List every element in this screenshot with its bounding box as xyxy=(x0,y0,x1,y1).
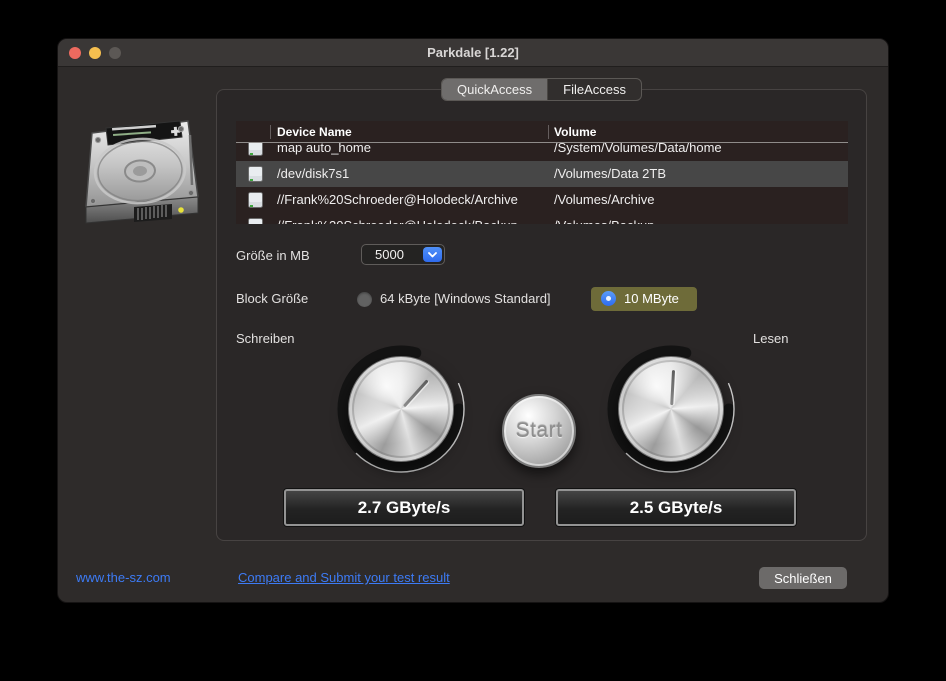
knob-needle xyxy=(403,379,429,407)
website-link[interactable]: www.the-sz.com xyxy=(76,570,171,585)
write-result-display: 2.7 GByte/s xyxy=(284,489,524,526)
knob-face[interactable] xyxy=(618,356,724,462)
compare-submit-link[interactable]: Compare and Submit your test result xyxy=(238,570,450,585)
disk-icon xyxy=(248,218,263,224)
column-header-device[interactable]: Device Name xyxy=(277,121,352,143)
size-label: Größe in MB xyxy=(236,248,310,263)
table-row[interactable]: //Frank%20Schroeder@Holodeck/Backup /Vol… xyxy=(236,213,848,224)
radio-10mbyte[interactable] xyxy=(601,291,616,306)
volume-cell: /Volumes/Archive xyxy=(554,187,654,213)
block-size-selected-highlight[interactable]: 10 MByte xyxy=(591,287,697,311)
size-combobox[interactable]: 5000 xyxy=(361,244,445,265)
read-label: Lesen xyxy=(753,331,788,346)
device-name-cell: //Frank%20Schroeder@Holodeck/Backup xyxy=(277,213,518,224)
write-label: Schreiben xyxy=(236,331,295,346)
disk-icon xyxy=(248,166,263,182)
radio-64kbyte[interactable] xyxy=(357,292,372,307)
tab-quickaccess[interactable]: QuickAccess xyxy=(442,79,547,100)
title-bar[interactable]: Parkdale [1.22] xyxy=(58,39,888,67)
column-header-volume[interactable]: Volume xyxy=(554,121,596,143)
start-button[interactable]: Start xyxy=(502,394,576,468)
device-table[interactable]: Device Name Volume map auto_home /System… xyxy=(236,121,848,224)
radio-64kbyte-label[interactable]: 64 kByte [Windows Standard] xyxy=(380,291,551,306)
device-name-cell: /dev/disk7s1 xyxy=(277,161,349,187)
write-speed-knob[interactable] xyxy=(333,341,469,477)
volume-cell: /Volumes/Data 2TB xyxy=(554,161,666,187)
knob-face[interactable] xyxy=(348,356,454,462)
table-row[interactable]: //Frank%20Schroeder@Holodeck/Archive /Vo… xyxy=(236,187,848,213)
read-result-value: 2.5 GByte/s xyxy=(630,498,723,518)
chevron-down-icon[interactable] xyxy=(423,247,442,262)
desktop-background: Parkdale [1.22] xyxy=(0,0,946,681)
hard-drive-icon xyxy=(78,109,204,231)
table-row-selected[interactable]: /dev/disk7s1 /Volumes/Data 2TB xyxy=(236,161,848,187)
window-title: Parkdale [1.22] xyxy=(58,39,888,67)
app-window: Parkdale [1.22] xyxy=(57,38,889,603)
block-size-label: Block Größe xyxy=(236,291,308,306)
table-row[interactable]: map auto_home /System/Volumes/Data/home xyxy=(236,143,848,161)
device-name-cell: //Frank%20Schroeder@Holodeck/Archive xyxy=(277,187,518,213)
tab-fileaccess[interactable]: FileAccess xyxy=(547,79,641,100)
read-speed-knob[interactable] xyxy=(603,341,739,477)
tab-bar: QuickAccess FileAccess xyxy=(216,78,867,101)
volume-cell: /Volumes/Backup xyxy=(554,213,654,224)
disk-icon xyxy=(248,143,263,156)
knob-needle xyxy=(670,370,675,405)
start-button-label: Start xyxy=(516,419,563,443)
header-divider xyxy=(548,125,549,139)
write-result-value: 2.7 GByte/s xyxy=(358,498,451,518)
read-result-display: 2.5 GByte/s xyxy=(556,489,796,526)
header-divider xyxy=(270,125,271,139)
device-name-cell: map auto_home xyxy=(277,143,371,161)
volume-cell: /System/Volumes/Data/home xyxy=(554,143,722,161)
size-value[interactable]: 5000 xyxy=(375,245,404,264)
table-header: Device Name Volume xyxy=(236,121,848,143)
radio-10mbyte-label[interactable]: 10 MByte xyxy=(624,287,679,311)
disk-icon xyxy=(248,192,263,208)
close-button[interactable]: Schließen xyxy=(759,567,847,589)
table-body[interactable]: map auto_home /System/Volumes/Data/home … xyxy=(236,143,848,224)
